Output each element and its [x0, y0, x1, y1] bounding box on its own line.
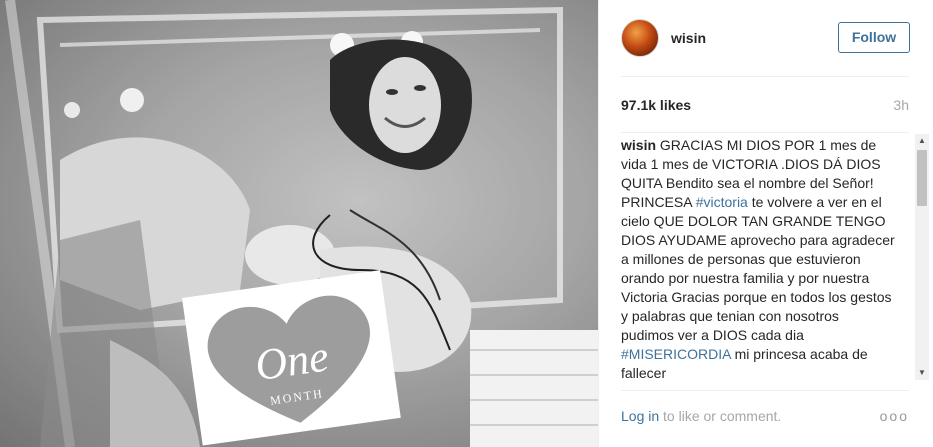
login-link[interactable]: Log in — [621, 408, 659, 424]
post-footer: Log in to like or comment. ooo — [621, 390, 909, 440]
likes-row: 97.1k likes 3h — [621, 76, 909, 132]
login-prompt: Log in to like or comment. — [621, 408, 781, 424]
post-header: wisin Follow — [599, 0, 933, 76]
scrollbar-thumb[interactable] — [917, 150, 927, 206]
comments-scrollbar[interactable]: ▲ ▼ — [915, 134, 929, 380]
likes-count[interactable]: 97.1k likes — [621, 97, 691, 113]
comments-area[interactable]: wisin GRACIAS MI DIOS POR 1 mes de vida … — [621, 132, 909, 380]
scroll-down-arrow-icon[interactable]: ▼ — [915, 366, 929, 380]
post-time[interactable]: 3h — [893, 97, 909, 113]
follow-button[interactable]: Follow — [838, 22, 910, 53]
instagram-post: One MONTH wisin Follow 97.1k likes 3h wi… — [0, 0, 933, 447]
post-photo[interactable]: One MONTH — [0, 0, 598, 447]
hashtag-misericordia[interactable]: #MISERICORDIA — [621, 346, 731, 362]
login-prompt-rest: to like or comment. — [659, 407, 782, 424]
avatar[interactable] — [621, 19, 659, 57]
one-month-card: One MONTH — [182, 270, 401, 446]
post-sidebar: wisin Follow 97.1k likes 3h wisin GRACIA… — [598, 0, 933, 447]
post-caption: wisin GRACIAS MI DIOS POR 1 mes de vida … — [621, 133, 895, 380]
hashtag-victoria[interactable]: #victoria — [696, 194, 748, 210]
caption-author[interactable]: wisin — [621, 137, 656, 153]
caption-text-2: te volvere a ver en el cielo QUE DOLOR T… — [621, 194, 895, 343]
card-one-text: One — [252, 331, 331, 390]
username-link[interactable]: wisin — [671, 30, 706, 46]
more-options-icon[interactable]: ooo — [880, 408, 909, 424]
scroll-up-arrow-icon[interactable]: ▲ — [915, 134, 929, 148]
